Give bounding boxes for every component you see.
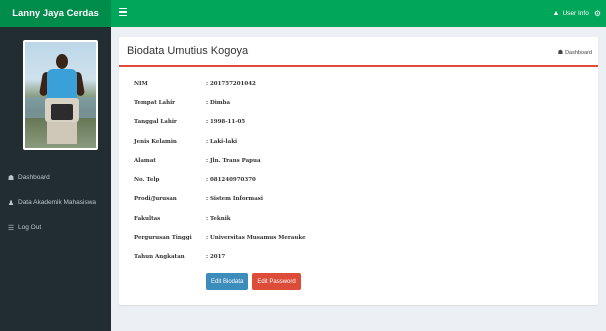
table-row: NIM : 201757201042 <box>134 74 306 93</box>
field-value: : Sistem Informasi <box>206 196 263 203</box>
sidebar-item-label: Log Out <box>18 224 42 231</box>
table-row: Tanggal Lahir : 1998-11-05 <box>134 113 306 132</box>
table-row: No. Telp : 081240970370 <box>134 170 306 189</box>
sidebar-item-data-akademik[interactable]: ♟ Data Akademik Mahasiswa <box>0 190 111 215</box>
user-info-label: User Info <box>562 10 589 17</box>
page-title: Biodata Umutius Kogoya <box>127 45 249 57</box>
users-icon: ♟ <box>7 199 15 207</box>
field-label: Prodi/Jurusan <box>134 196 177 203</box>
field-label: Fakultas <box>134 215 161 222</box>
sidebar-item-dashboard[interactable]: ☗ Dashboard <box>0 165 111 190</box>
field-label: Alamat <box>134 157 156 164</box>
field-value: : 2017 <box>206 254 226 261</box>
table-row: Tahun Angkatan : 2017 <box>134 248 306 267</box>
field-label: Tahun Angkatan <box>134 254 185 261</box>
avatar <box>25 42 96 148</box>
field-value: : Universitas Musamus Merauke <box>206 235 306 242</box>
field-value: : Jln. Trans Papua <box>206 157 261 164</box>
table-row: Prodi/Jurusan : Sistem Informasi <box>134 190 306 209</box>
table-row: Alamat : Jln. Trans Papua <box>134 151 306 170</box>
field-value: : 1998-11-05 <box>206 119 246 126</box>
field-label: Pergurusan Tinggi <box>134 235 192 242</box>
sidebar-item-label: Dashboard <box>18 174 50 181</box>
sidebar-item-logout[interactable]: ☰ Log Out <box>0 215 111 240</box>
field-value: : Teknik <box>206 215 231 222</box>
sidebar-toggle-icon[interactable] <box>119 8 127 17</box>
edit-password-button[interactable]: Edit Password <box>252 273 301 290</box>
user-icon: ▲ <box>552 10 560 17</box>
sidebar-menu: ☗ Dashboard ♟ Data Akademik Mahasiswa ☰ … <box>0 165 111 240</box>
sidebar: ☗ Dashboard ♟ Data Akademik Mahasiswa ☰ … <box>0 27 111 331</box>
gear-icon[interactable]: ⚙ <box>594 9 601 18</box>
field-label: No. Telp <box>134 177 160 184</box>
field-value: : 081240970370 <box>206 177 256 184</box>
biodata-table: NIM : 201757201042 Tempat Lahir : Dimba … <box>134 74 306 267</box>
user-photo-frame <box>23 40 98 150</box>
brand-logo[interactable]: Lanny Jaya Cerdas <box>0 0 111 27</box>
field-label: NIM <box>134 80 148 87</box>
field-label: Tempat Lahir <box>134 99 176 106</box>
action-buttons: Edit Biodata Edit Password <box>206 273 301 290</box>
table-row: Pergurusan Tinggi : Universitas Musamus … <box>134 228 306 247</box>
table-row: Fakultas : Teknik <box>134 209 306 228</box>
table-row: Jenis Kelamin : Laki-laki <box>134 132 306 151</box>
list-icon: ☰ <box>7 224 15 232</box>
field-label: Jenis Kelamin <box>134 138 177 145</box>
field-value: : Dimba <box>206 99 231 106</box>
panel-header: Biodata Umutius Kogoya ☗ Dashboard <box>119 37 598 67</box>
top-navbar: Lanny Jaya Cerdas ▲ User Info ⚙ <box>0 0 606 27</box>
user-info-menu[interactable]: ▲ User Info ⚙ <box>553 0 601 27</box>
dashboard-icon: ☗ <box>7 174 15 182</box>
edit-biodata-button[interactable]: Edit Biodata <box>206 273 249 290</box>
dashboard-icon: ☗ <box>557 50 564 56</box>
table-row: Tempat Lahir : Dimba <box>134 93 306 112</box>
breadcrumb[interactable]: ☗ Dashboard <box>557 49 592 57</box>
field-label: Tanggal Lahir <box>134 119 177 126</box>
sidebar-item-label: Data Akademik Mahasiswa <box>18 199 97 206</box>
breadcrumb-label: Dashboard <box>565 49 592 56</box>
field-value: : 201757201042 <box>206 80 256 87</box>
biodata-panel: Biodata Umutius Kogoya ☗ Dashboard NIM :… <box>119 37 598 305</box>
field-value: : Laki-laki <box>206 138 238 145</box>
